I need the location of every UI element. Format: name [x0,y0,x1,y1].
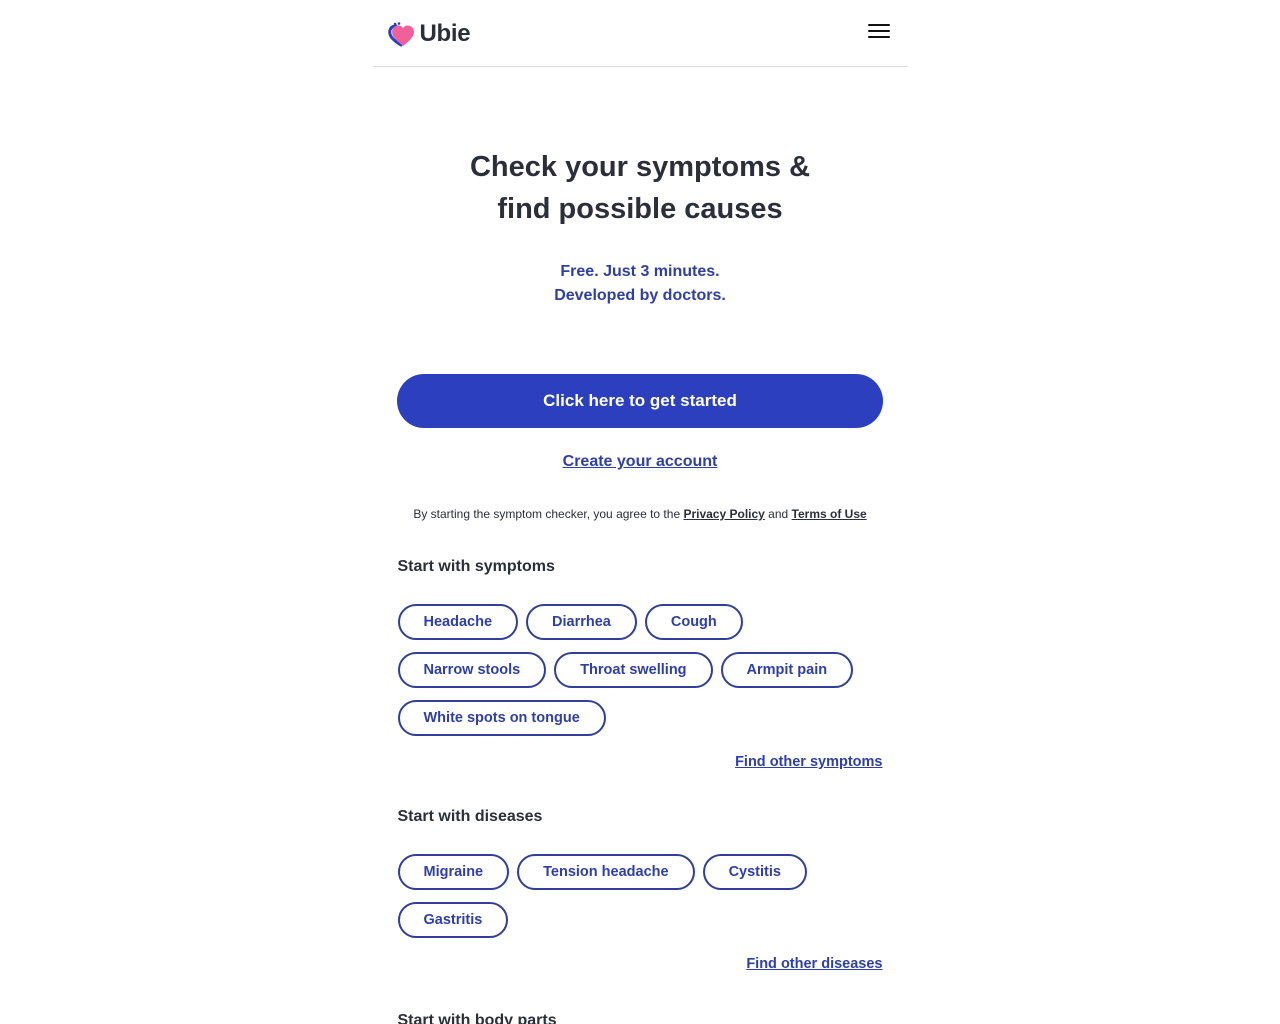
hero-title: Check your symptoms & find possible caus… [373,146,908,230]
symptom-chip[interactable]: Cough [644,604,743,640]
disease-chip[interactable]: Tension headache [517,854,695,890]
find-other-diseases-link[interactable]: Find other diseases [398,956,882,972]
symptoms-section: Start with symptoms Headache Diarrhea Co… [373,558,908,770]
terms-prefix: By starting the symptom checker, you agr… [413,507,684,521]
hero-title-line2: find possible causes [497,193,783,225]
terms-middle: and [764,507,792,521]
hero-title-line1: Check your symptoms & [469,151,811,183]
terms-of-use-link[interactable]: Terms of Use [792,507,867,521]
diseases-section-title: Start with diseases [397,808,543,825]
symptom-chip[interactable]: Headache [397,604,519,640]
find-other-symptoms-link[interactable]: Find other symptoms [398,754,882,770]
symptom-chips: Headache Diarrhea Cough Narrow stools Th… [397,604,883,736]
page: Ubie Check your symptoms & find possible… [372,0,908,1024]
hamburger-menu-button[interactable] [867,24,890,42]
symptom-chip[interactable]: Diarrhea [526,604,637,640]
symptom-chip[interactable]: White spots on tongue [397,700,606,736]
create-account-link[interactable]: Create your account [373,453,908,471]
heart-logo-icon [387,22,414,47]
disease-chip[interactable]: Cystitis [702,854,807,890]
disease-chips: Migraine Tension headache Cystitis Gastr… [397,854,883,938]
disease-chip[interactable]: Migraine [397,854,510,890]
brand-name: Ubie [419,20,471,47]
symptoms-section-title: Start with symptoms [397,558,555,575]
hero-subtitle: Free. Just 3 minutes. Developed by docto… [373,260,908,308]
body-parts-section-title: Start with body parts [397,1012,557,1024]
terms-notice: By starting the symptom checker, you agr… [373,507,908,521]
home-logo-link[interactable]: Ubie [387,20,471,48]
diseases-section: Start with diseases Migraine Tension hea… [373,808,908,972]
hamburger-menu-icon [867,24,890,26]
hero-subtitle-line1: Free. Just 3 minutes. [560,263,720,280]
symptom-chip[interactable]: Armpit pain [720,652,854,688]
site-header: Ubie [372,0,908,67]
symptom-chip[interactable]: Throat swelling [554,652,713,688]
hero-subtitle-line2: Developed by doctors. [554,287,726,304]
get-started-button[interactable]: Click here to get started [397,374,883,428]
symptom-chip[interactable]: Narrow stools [397,652,547,688]
privacy-policy-link[interactable]: Privacy Policy [683,507,764,521]
body-parts-section: Start with body parts [373,1012,908,1024]
disease-chip[interactable]: Gastritis [397,902,509,938]
